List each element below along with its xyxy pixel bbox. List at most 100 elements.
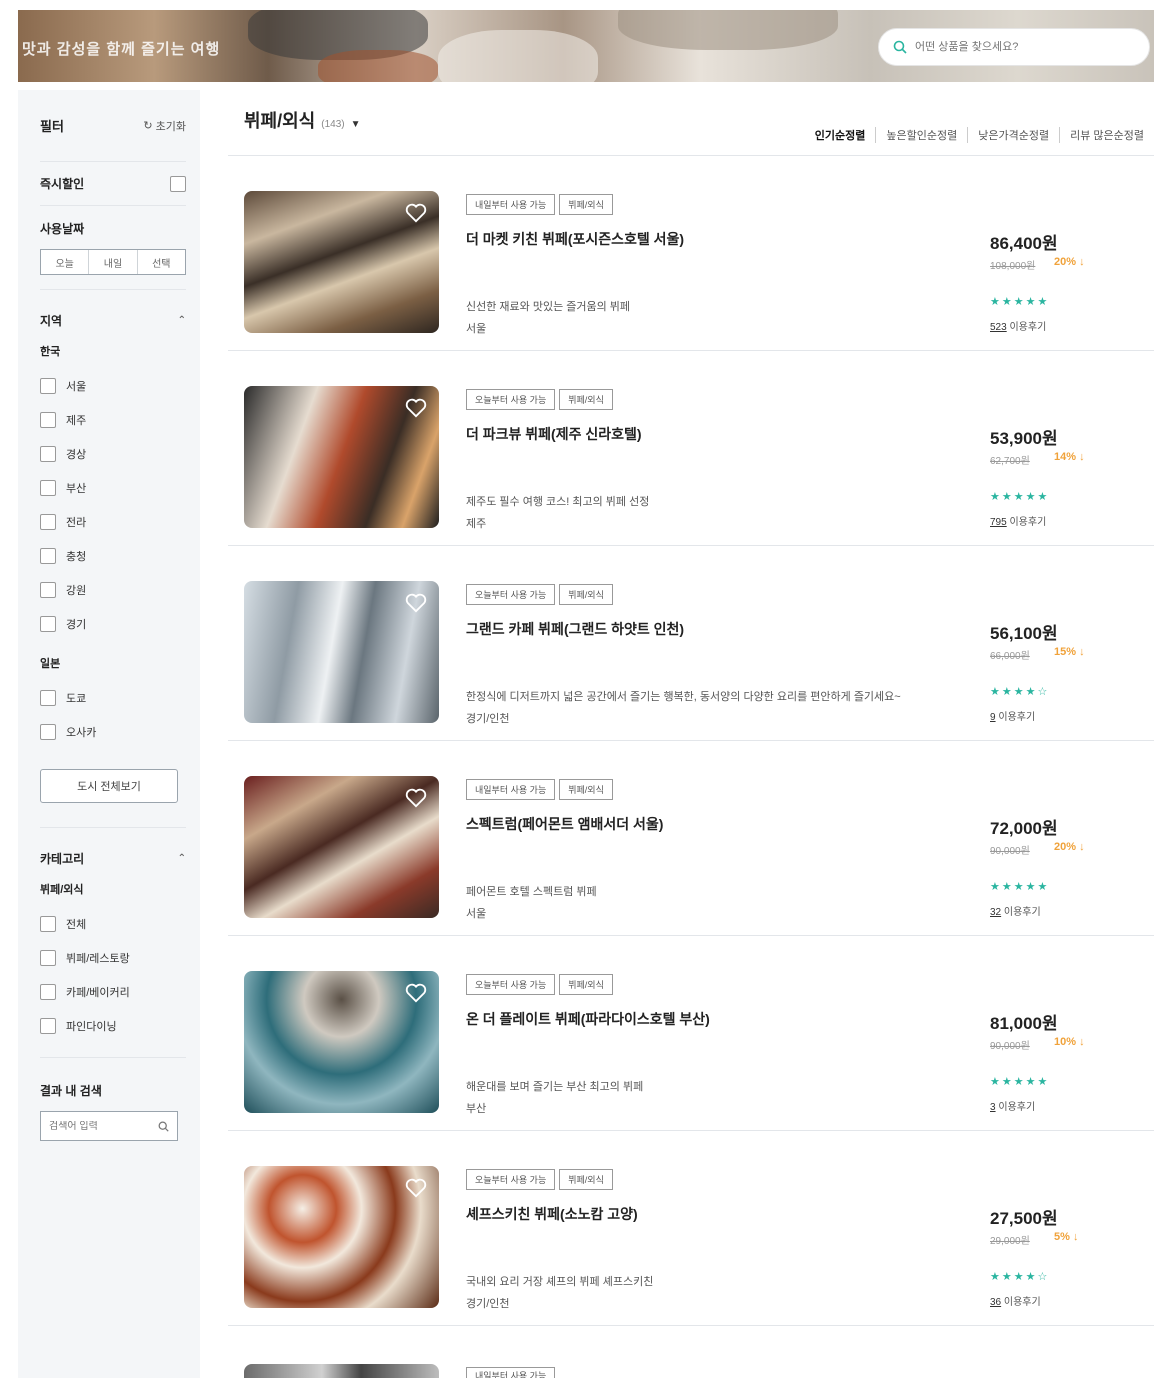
category-checkbox[interactable] — [40, 1018, 56, 1034]
original-price: 29,000원 — [990, 1236, 1030, 1247]
product-description: 제주도 필수 여행 코스! 최고의 뷔페 선정 — [466, 496, 650, 508]
region-option[interactable]: 경상 — [40, 437, 186, 471]
sort-options: 인기순정렬 높은할인순정렬 낮은가격순정렬 리뷰 많은순정렬 — [805, 127, 1154, 143]
category-subtitle: 뷔페/외식 — [40, 884, 84, 896]
tag-category: 뷔페/외식 — [559, 584, 613, 605]
review-link[interactable]: 523 이용후기 — [990, 318, 1046, 333]
product-name[interactable]: 온 더 플레이트 뷔페(파라다이스호텔 부산) — [466, 1009, 710, 1029]
category-checkbox[interactable] — [40, 950, 56, 966]
original-price: 66,000원 — [990, 651, 1030, 662]
region-option[interactable]: 오사카 — [40, 715, 186, 749]
region-checkbox[interactable] — [40, 480, 56, 496]
product-image[interactable] — [244, 581, 439, 723]
product-name[interactable]: 그랜드 카페 뷔페(그랜드 하얏트 인천) — [466, 619, 684, 639]
product-card[interactable]: 내일부터 사용 가능 뷔페/외식 스펙트럼(페어몬트 앰배서더 서울) 페어몬트 … — [228, 741, 1154, 936]
heart-icon[interactable] — [405, 398, 427, 418]
search-icon[interactable] — [158, 1121, 169, 1132]
category-label: 카페/베이커리 — [66, 987, 130, 999]
product-card[interactable]: 오늘부터 사용 가능 뷔페/외식 온 더 플레이트 뷔페(파라다이스호텔 부산) … — [228, 936, 1154, 1131]
product-name[interactable]: 셰프스키친 뷔페(소노캄 고양) — [466, 1204, 638, 1224]
heart-icon[interactable] — [405, 788, 427, 808]
region-checkbox[interactable] — [40, 378, 56, 394]
product-image[interactable] — [244, 386, 439, 528]
region-option[interactable]: 전라 — [40, 505, 186, 539]
review-link[interactable]: 36 이용후기 — [990, 1293, 1041, 1308]
region-checkbox[interactable] — [40, 514, 56, 530]
region-option[interactable]: 부산 — [40, 471, 186, 505]
region-checkbox[interactable] — [40, 412, 56, 428]
result-search-box[interactable] — [40, 1111, 178, 1141]
review-label: 이용후기 — [1009, 322, 1047, 333]
category-option[interactable]: 뷔페/레스토랑 — [40, 941, 186, 975]
region-option[interactable]: 충청 — [40, 539, 186, 573]
banner-search-input[interactable] — [915, 41, 1115, 53]
region-checkbox[interactable] — [40, 724, 56, 740]
date-title: 사용날짜 — [40, 222, 85, 236]
category-option[interactable]: 전체 — [40, 907, 186, 941]
result-search-input[interactable] — [49, 1120, 149, 1132]
banner-search[interactable] — [878, 28, 1150, 66]
date-option[interactable]: 내일 — [89, 250, 138, 274]
product-card[interactable]: 오늘부터 사용 가능 뷔페/외식 셰프스키친 뷔페(소노캄 고양) 국내외 요리 … — [228, 1131, 1154, 1326]
product-price: 81,000원 — [990, 1014, 1058, 1033]
product-location: 부산 — [466, 1103, 487, 1115]
sort-low-price[interactable]: 낮은가격순정렬 — [968, 127, 1061, 143]
category-option[interactable]: 파인다이닝 — [40, 1009, 186, 1043]
review-count: 32 — [990, 907, 1002, 918]
region-checkbox[interactable] — [40, 690, 56, 706]
tag-availability: 오늘부터 사용 가능 — [466, 974, 556, 995]
review-link[interactable]: 795 이용후기 — [990, 513, 1046, 528]
product-card[interactable]: 오늘부터 사용 가능 뷔페/외식 그랜드 카페 뷔페(그랜드 하얏트 인천) 한정… — [228, 546, 1154, 741]
date-option[interactable]: 선택 — [138, 250, 185, 274]
chevron-up-icon[interactable]: ⌃ — [178, 853, 186, 864]
discount-rate: 10% ↓ — [1054, 1036, 1085, 1048]
chevron-up-icon[interactable]: ⌃ — [178, 315, 186, 326]
more-cities-button[interactable]: 도시 전체보기 — [40, 769, 178, 803]
review-link[interactable]: 32 이용후기 — [990, 903, 1041, 918]
product-name[interactable]: 더 마켓 키친 뷔페(포시즌스호텔 서울) — [466, 229, 684, 249]
rating-stars: ★★★★☆ — [990, 686, 1050, 698]
category-checkbox[interactable] — [40, 916, 56, 932]
category-checkbox[interactable] — [40, 984, 56, 1000]
review-link[interactable]: 9 이용후기 — [990, 708, 1035, 723]
product-card[interactable]: 오늘부터 사용 가능 뷔페/외식 더 파크뷰 뷔페(제주 신라호텔) 제주도 필수… — [228, 351, 1154, 546]
product-name[interactable]: 더 파크뷰 뷔페(제주 신라호텔) — [466, 424, 642, 444]
region-option[interactable]: 강원 — [40, 573, 186, 607]
sort-high-discount[interactable]: 높은할인순정렬 — [876, 127, 969, 143]
heart-icon[interactable] — [405, 983, 427, 1003]
region-label: 강원 — [66, 585, 87, 597]
date-option[interactable]: 오늘 — [41, 250, 90, 274]
sort-reviews[interactable]: 리뷰 많은순정렬 — [1060, 127, 1154, 143]
product-location: 제주 — [466, 518, 487, 530]
product-name[interactable]: 스펙트럼(페어몬트 앰배서더 서울) — [466, 814, 663, 834]
heart-icon[interactable] — [405, 203, 427, 223]
product-image[interactable] — [244, 191, 439, 333]
tag-availability: 오늘부터 사용 가능 — [466, 1169, 556, 1190]
region-checkbox[interactable] — [40, 548, 56, 564]
region-checkbox[interactable] — [40, 616, 56, 632]
category-dropdown[interactable]: 뷔페/외식 (143) ▼ — [244, 107, 361, 133]
region-label: 부산 — [66, 483, 87, 495]
product-card[interactable]: 내일부터 사용 가능 뷔페/외식 더 마켓 키친 뷔페(포시즌스호텔 서울) 신선… — [228, 156, 1154, 351]
reset-button[interactable]: ↻ 초기화 — [143, 118, 186, 134]
region-checkbox[interactable] — [40, 582, 56, 598]
review-link[interactable]: 3 이용후기 — [990, 1098, 1035, 1113]
region-option[interactable]: 경기 — [40, 607, 186, 641]
region-option[interactable]: 제주 — [40, 403, 186, 437]
region-label: 도쿄 — [66, 693, 87, 705]
region-option[interactable]: 도쿄 — [40, 681, 186, 715]
heart-icon[interactable] — [405, 1178, 427, 1198]
product-location: 서울 — [466, 323, 487, 335]
region-checkbox[interactable] — [40, 446, 56, 462]
instant-discount-checkbox[interactable] — [170, 175, 186, 192]
category-option[interactable]: 카페/베이커리 — [40, 975, 186, 1009]
rating-stars: ★★★★★ — [990, 491, 1050, 503]
product-image[interactable] — [244, 776, 439, 918]
product-image[interactable] — [244, 1166, 439, 1308]
heart-icon[interactable] — [405, 593, 427, 613]
region-label: 경상 — [66, 449, 87, 461]
sort-popular[interactable]: 인기순정렬 — [805, 127, 877, 143]
product-image[interactable] — [244, 971, 439, 1113]
product-image[interactable] — [244, 1364, 439, 1378]
region-option[interactable]: 서울 — [40, 369, 186, 403]
